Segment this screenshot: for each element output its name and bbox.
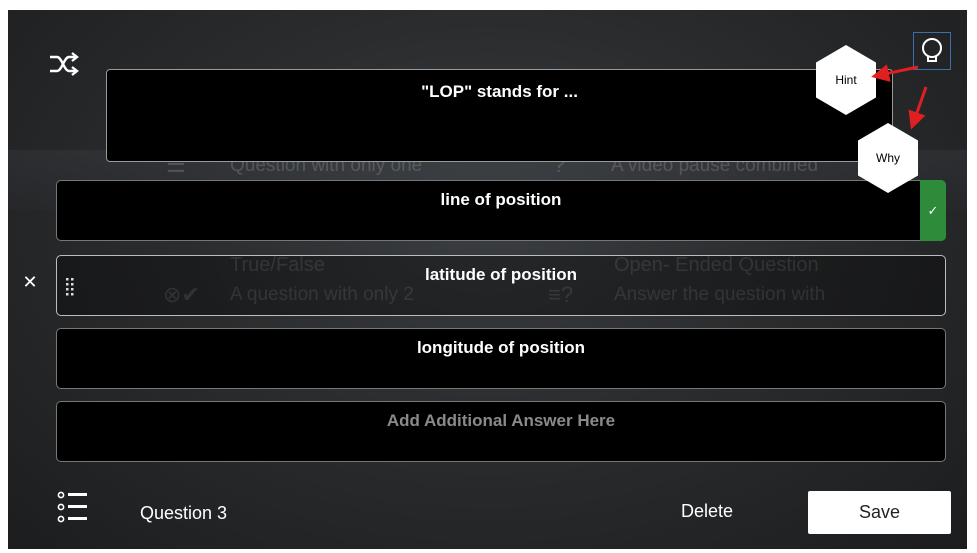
close-icon: ✕: [22, 272, 38, 292]
delete-button[interactable]: Delete: [681, 501, 733, 522]
annotation-arrows: [871, 64, 928, 130]
why-label: Why: [876, 151, 900, 165]
save-button[interactable]: Save: [808, 491, 951, 534]
question-input[interactable]: "LOP" stands for ...: [106, 69, 893, 162]
list-icon: [57, 491, 87, 523]
correct-answer-toggle[interactable]: ✓: [920, 180, 946, 241]
add-answer-input[interactable]: Add Additional Answer Here: [56, 401, 946, 462]
hint-arrow: [871, 64, 919, 82]
shuffle-icon: [50, 52, 79, 76]
question-number-label: Question 3: [140, 503, 228, 523]
why-arrow: [908, 86, 928, 130]
check-icon: ✓: [927, 202, 939, 218]
question-text: "LOP" stands for ...: [421, 82, 578, 101]
answer-option-1[interactable]: line of position ✓: [56, 180, 946, 241]
hint-label: Hint: [835, 73, 857, 87]
remove-answer-button[interactable]: ✕: [20, 272, 40, 292]
answer-label: line of position: [440, 190, 562, 209]
answer-label: longitude of position: [416, 338, 586, 357]
answer-option-3[interactable]: longitude of position: [56, 328, 946, 389]
answer-label: latitude of position: [424, 265, 578, 284]
question-list-button[interactable]: [57, 490, 89, 524]
add-answer-placeholder: Add Additional Answer Here: [386, 411, 616, 430]
answer-option-2[interactable]: latitude of position: [56, 255, 946, 316]
shuffle-button[interactable]: [48, 50, 80, 78]
